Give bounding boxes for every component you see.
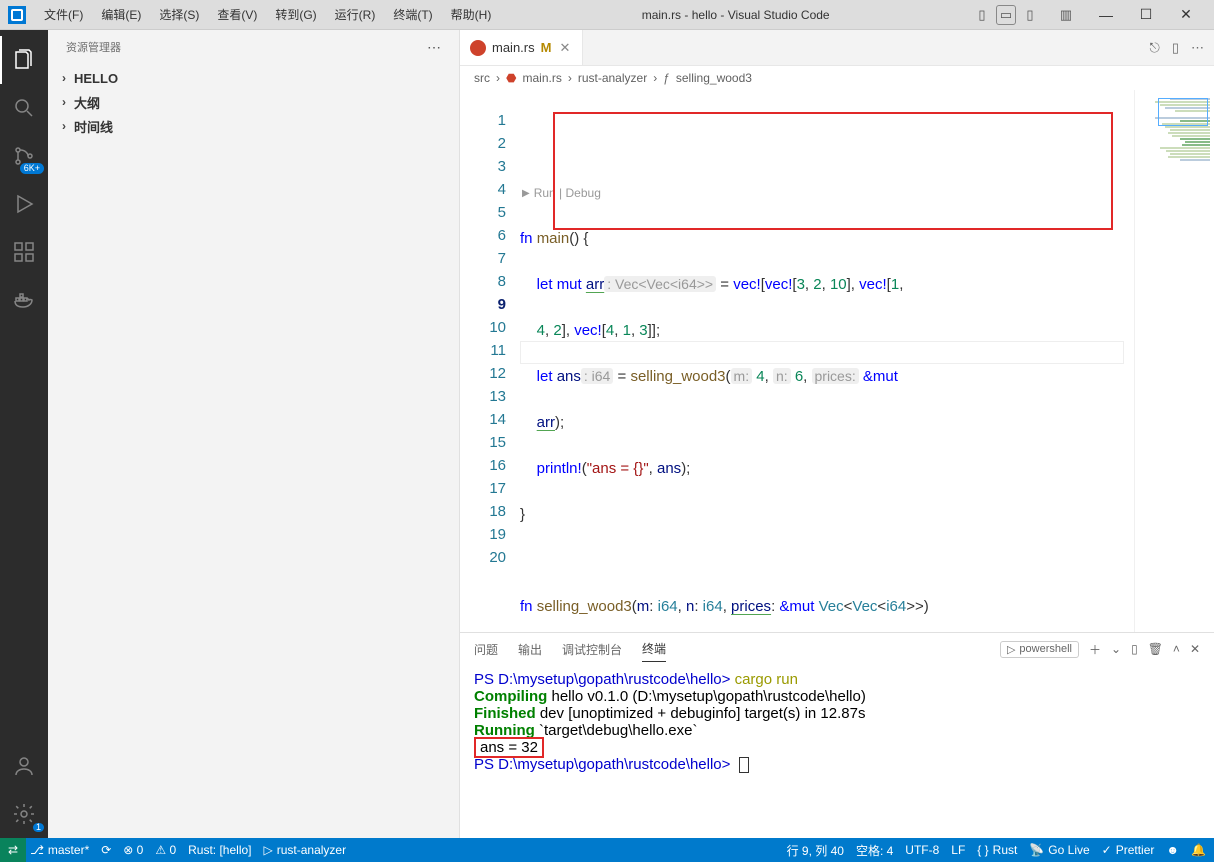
editor-group: main.rs M ✕ ⎋ ▯ ⋯ src› ⬣main.rs› rust-an… xyxy=(460,30,1214,838)
activity-extensions[interactable] xyxy=(0,228,48,276)
split-editor-icon[interactable]: ▯ xyxy=(1172,40,1179,56)
menu-run[interactable]: 运行(R) xyxy=(327,4,384,25)
code-editor[interactable]: 12345 678910 1112131415 1617181920 ▶Run … xyxy=(460,90,1214,632)
window-title: main.rs - hello - Visual Studio Code xyxy=(499,8,972,22)
layout-controls: ▯ ▭ ▯ ▥ xyxy=(972,5,1076,25)
window-close[interactable]: ✕ xyxy=(1166,1,1206,29)
tab-close[interactable]: ✕ xyxy=(557,40,572,56)
panel-tab-terminal[interactable]: 终端 xyxy=(642,636,666,662)
activity-explorer[interactable] xyxy=(0,36,48,84)
status-rust-analyzer[interactable]: ▷ rust-analyzer xyxy=(264,843,347,857)
terminal-split-icon[interactable]: ▯ xyxy=(1131,642,1138,656)
panel-close-icon[interactable]: ✕ xyxy=(1190,642,1200,656)
window-minimize[interactable]: — xyxy=(1086,1,1126,29)
line-gutter: 12345 678910 1112131415 1617181920 xyxy=(460,90,520,632)
panel: 问题 输出 调试控制台 终端 ▷ powershell ＋ ⌄ ▯ 🗑 ˄ ✕ … xyxy=(460,632,1214,838)
titlebar: 文件(F) 编辑(E) 选择(S) 查看(V) 转到(G) 运行(R) 终端(T… xyxy=(0,0,1214,30)
code-content[interactable]: ▶Run | Debug fn main() { let mut arr: Ve… xyxy=(520,90,1134,632)
status-language[interactable]: { } Rust xyxy=(977,843,1017,857)
sidebar-actions[interactable]: ⋯ xyxy=(427,39,441,56)
sidebar-title: 资源管理器 ⋯ xyxy=(48,30,459,64)
terminal-profile[interactable]: ▷ powershell xyxy=(1000,641,1079,658)
more-actions-icon[interactable]: ⋯ xyxy=(1191,40,1204,56)
tree-folder-hello[interactable]: ›HELLO xyxy=(48,66,459,90)
tab-main-rs[interactable]: main.rs M ✕ xyxy=(460,30,583,65)
activity-bar: 6K+ 1 xyxy=(0,30,48,838)
status-remote[interactable]: ⇄ xyxy=(0,838,26,862)
highlight-box-ans: ans = 32 xyxy=(474,737,544,758)
status-indentation[interactable]: 空格: 4 xyxy=(856,842,893,859)
settings-badge: 1 xyxy=(33,823,44,832)
terminal-cursor xyxy=(739,757,749,773)
menu-select[interactable]: 选择(S) xyxy=(151,4,207,25)
layout-sidebar-left-icon[interactable]: ▯ xyxy=(972,5,992,25)
panel-tab-problems[interactable]: 问题 xyxy=(474,637,498,662)
customize-layout-icon[interactable]: ▥ xyxy=(1056,5,1076,25)
status-bell-icon[interactable]: 🔔 xyxy=(1191,843,1206,857)
highlight-box-main xyxy=(553,112,1113,230)
activity-debug[interactable] xyxy=(0,180,48,228)
status-encoding[interactable]: UTF-8 xyxy=(905,843,939,857)
layout-sidebar-right-icon[interactable]: ▯ xyxy=(1020,5,1040,25)
sidebar: 资源管理器 ⋯ ›HELLO ›大纲 ›时间线 xyxy=(48,30,460,838)
status-cursor-position[interactable]: 行 9, 列 40 xyxy=(787,842,844,859)
rust-file-icon xyxy=(470,40,486,56)
status-rust-project[interactable]: Rust: [hello] xyxy=(188,843,251,857)
menu-edit[interactable]: 编辑(E) xyxy=(93,4,149,25)
panel-tab-debug-console[interactable]: 调试控制台 xyxy=(562,637,622,662)
activity-account[interactable] xyxy=(0,742,48,790)
layout-panel-icon[interactable]: ▭ xyxy=(996,5,1016,25)
activity-docker[interactable] xyxy=(0,276,48,324)
activity-source-control[interactable]: 6K+ xyxy=(0,132,48,180)
terminal-kill-icon[interactable]: 🗑 xyxy=(1148,642,1163,656)
tree-outline[interactable]: ›大纲 xyxy=(48,90,459,114)
breadcrumbs[interactable]: src› ⬣main.rs› rust-analyzer› ƒselling_w… xyxy=(460,66,1214,90)
menu-file[interactable]: 文件(F) xyxy=(36,4,91,25)
editor-tabs: main.rs M ✕ ⎋ ▯ ⋯ xyxy=(460,30,1214,66)
minimap[interactable] xyxy=(1134,90,1214,632)
panel-tab-output[interactable]: 输出 xyxy=(518,637,542,662)
status-eol[interactable]: LF xyxy=(951,843,965,857)
scm-badge: 6K+ xyxy=(20,163,44,174)
status-sync[interactable]: ⟳ xyxy=(101,843,111,857)
status-go-live[interactable]: 📡 Go Live xyxy=(1029,843,1089,857)
status-feedback-icon[interactable]: ☻ xyxy=(1166,843,1179,857)
status-warnings[interactable]: ⚠ 0 xyxy=(155,843,176,857)
explorer-tree: ›HELLO ›大纲 ›时间线 xyxy=(48,64,459,140)
vscode-icon xyxy=(8,6,26,24)
menu-view[interactable]: 查看(V) xyxy=(209,4,265,25)
menu-terminal[interactable]: 终端(T) xyxy=(385,4,440,25)
tree-timeline[interactable]: ›时间线 xyxy=(48,114,459,138)
window-maximize[interactable]: ☐ xyxy=(1126,1,1166,29)
menu-help[interactable]: 帮助(H) xyxy=(443,4,500,25)
panel-tabs: 问题 输出 调试控制台 终端 ▷ powershell ＋ ⌄ ▯ 🗑 ˄ ✕ xyxy=(460,633,1214,665)
status-errors[interactable]: ⊗ 0 xyxy=(123,843,143,857)
activity-search[interactable] xyxy=(0,84,48,132)
terminal-content[interactable]: PS D:\mysetup\gopath\rustcode\hello> car… xyxy=(460,665,1214,838)
status-branch[interactable]: ⎇ master* xyxy=(30,843,89,857)
status-prettier[interactable]: ✓ Prettier xyxy=(1102,843,1155,857)
activity-settings[interactable]: 1 xyxy=(0,790,48,838)
terminal-dropdown-icon[interactable]: ⌄ xyxy=(1111,642,1121,656)
compare-changes-icon[interactable]: ⎋ xyxy=(1150,40,1160,56)
tab-modified-indicator: M xyxy=(541,40,552,55)
panel-maximize-icon[interactable]: ˄ xyxy=(1173,642,1180,656)
status-bar: ⇄ ⎇ master* ⟳ ⊗ 0 ⚠ 0 Rust: [hello] ▷ ru… xyxy=(0,838,1214,862)
menubar: 文件(F) 编辑(E) 选择(S) 查看(V) 转到(G) 运行(R) 终端(T… xyxy=(36,4,499,25)
menu-goto[interactable]: 转到(G) xyxy=(267,4,324,25)
terminal-new-icon[interactable]: ＋ xyxy=(1089,641,1101,658)
tab-label: main.rs xyxy=(492,40,535,55)
